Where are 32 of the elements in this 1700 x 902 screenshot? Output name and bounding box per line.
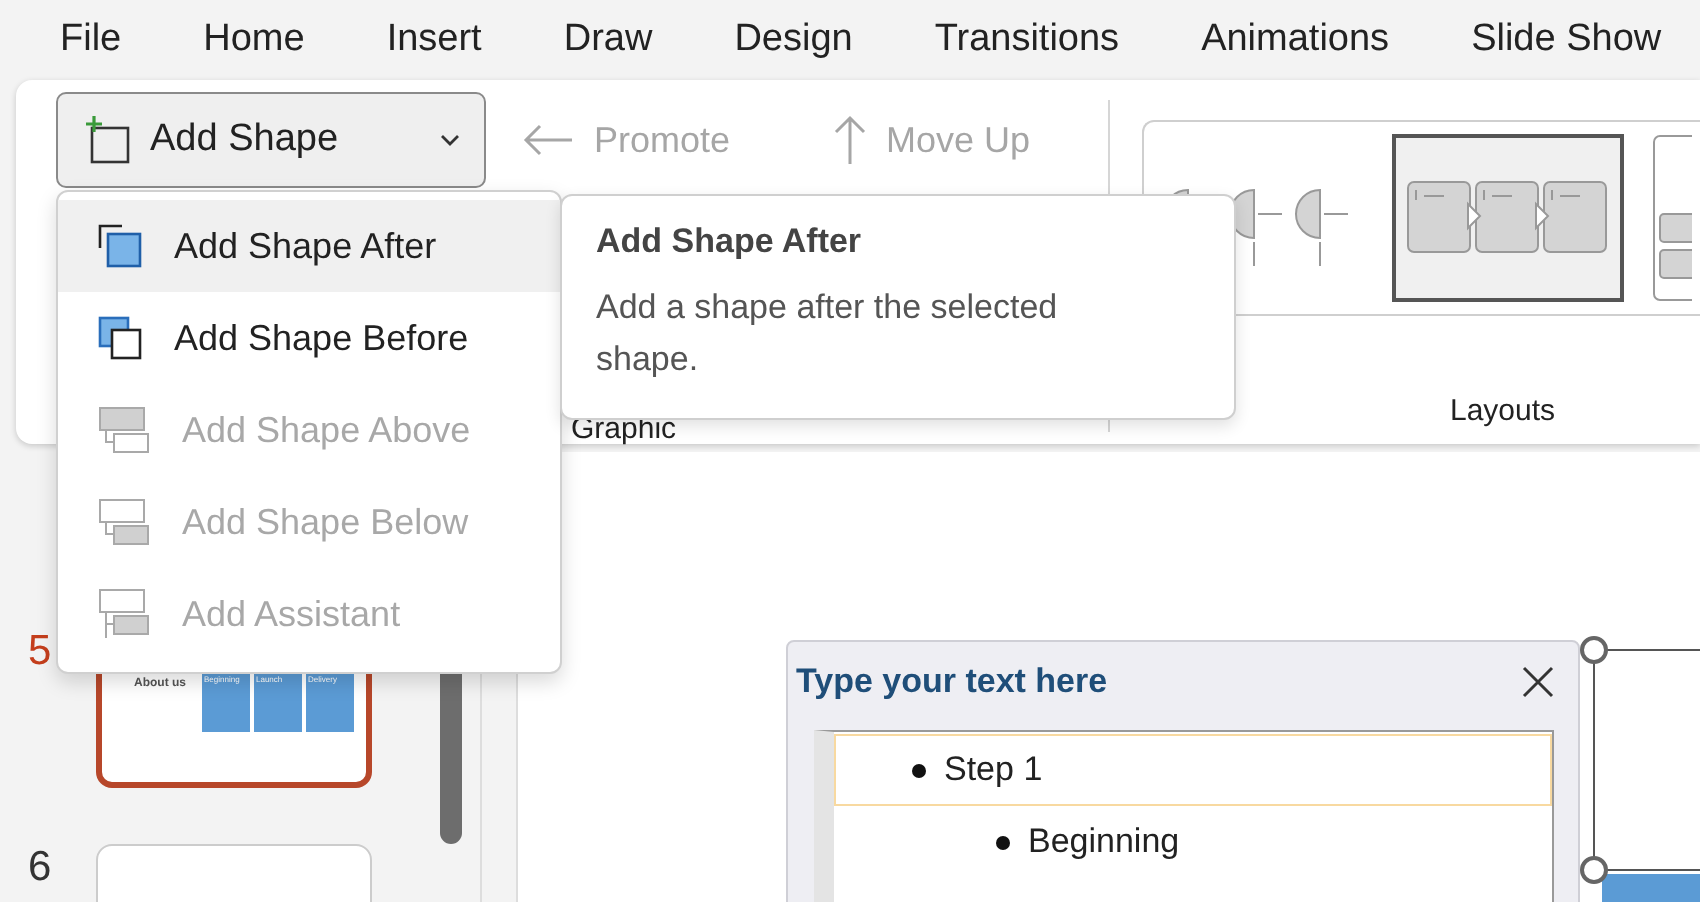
- selected-shape-drawing[interactable]: [1576, 632, 1700, 902]
- add-shape-button[interactable]: Add Shape: [56, 92, 486, 188]
- menu-tab[interactable]: Transitions: [922, 18, 1132, 62]
- menu-item[interactable]: Add Shape After: [58, 200, 560, 292]
- menu-tab[interactable]: File: [48, 18, 134, 62]
- slide-number: 5: [28, 628, 54, 678]
- tooltip-title: Add Shape After: [596, 222, 864, 262]
- up-arrow-icon: [834, 114, 867, 166]
- menu-item[interactable]: Add Shape Before: [58, 292, 560, 384]
- add-shape-icon: [82, 114, 134, 166]
- shape-below-icon: [98, 498, 150, 546]
- slide-number: 6: [28, 844, 54, 894]
- menu-tab[interactable]: Home: [191, 18, 317, 62]
- bullet-icon: [996, 835, 1010, 849]
- left-arrow-icon: [522, 124, 574, 156]
- bullet-icon: [912, 763, 926, 777]
- text-pane-item[interactable]: Step 1: [834, 734, 1552, 806]
- menu-tab[interactable]: Insert: [374, 18, 494, 62]
- menu-tab[interactable]: Slide Show: [1459, 18, 1674, 62]
- caret-icon: [440, 134, 460, 146]
- menu-tab[interactable]: Draw: [551, 18, 665, 62]
- group-label: Layouts: [1450, 394, 1558, 428]
- close-icon[interactable]: [1522, 666, 1554, 698]
- menu-tab[interactable]: Design: [722, 18, 865, 62]
- shape-after-icon: [98, 224, 142, 268]
- text-pane-title: Type your text here: [796, 662, 1108, 702]
- shape-above-icon: [98, 406, 150, 454]
- text-pane-item[interactable]: Beginning: [834, 806, 1552, 878]
- shape-before-icon: [98, 316, 142, 360]
- menu-tab[interactable]: Animations: [1189, 18, 1402, 62]
- assistant-icon: [98, 588, 150, 640]
- tooltip-description: Add a shape after the selected shape.: [596, 286, 1060, 382]
